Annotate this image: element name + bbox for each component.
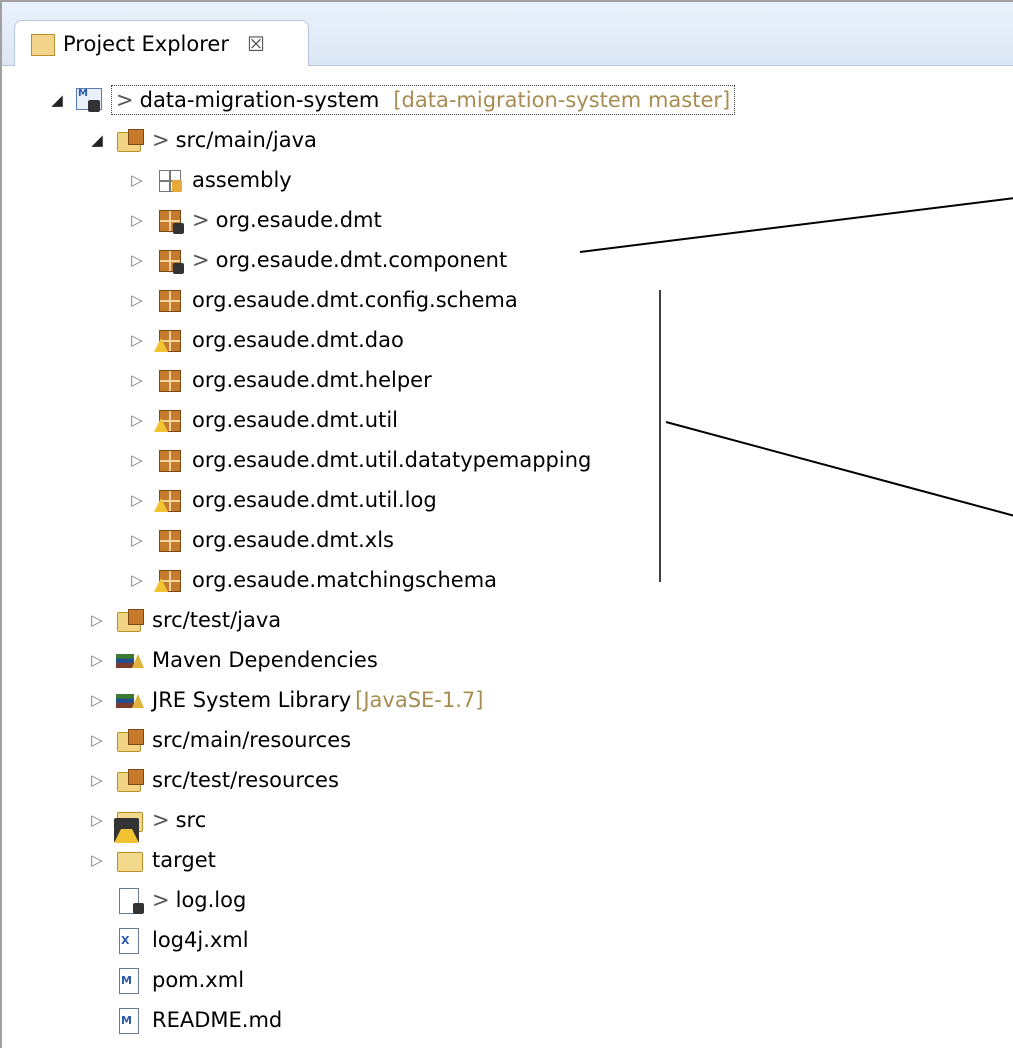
package-icon (154, 286, 184, 314)
expand-twisty-icon[interactable]: ◢ (46, 91, 68, 109)
empty-package-icon (154, 166, 184, 194)
tree-item-project[interactable]: ◢ M > data-migration-system [data-migratio… (46, 80, 736, 120)
package-warning-icon (154, 566, 184, 594)
library-icon (114, 646, 144, 674)
tree-item-resource-folder[interactable]: ▷ src/main/resources (86, 720, 351, 760)
tree-item-package[interactable]: ▷ org.esaude.dmt.util.datatypemapping (126, 440, 591, 480)
tree-item-library[interactable]: ▷ Maven Dependencies (86, 640, 378, 680)
collapse-twisty-icon[interactable]: ▷ (126, 531, 148, 549)
package-dirty-icon (154, 206, 184, 234)
tree-item-file[interactable]: > log.log (108, 880, 246, 920)
tree-item-package[interactable]: ▷ > org.esaude.dmt (126, 200, 382, 240)
tree-item-package[interactable]: ▷ assembly (126, 160, 292, 200)
package-icon (154, 526, 184, 554)
library-icon (114, 686, 144, 714)
tree-item-package[interactable]: ▷ org.esaude.dmt.dao (126, 320, 404, 360)
markdown-file-icon: M (114, 1006, 144, 1034)
tree-item-package[interactable]: ▷ org.esaude.matchingschema (126, 560, 497, 600)
collapse-twisty-icon[interactable]: ▷ (86, 651, 108, 669)
project-explorer-icon (31, 32, 55, 56)
tree-item-folder[interactable]: ▷ > src (86, 800, 206, 843)
tree-item-resource-folder[interactable]: ▷ src/test/resources (86, 760, 339, 800)
package-dirty-icon (154, 246, 184, 274)
folder-warning-dirty-icon (114, 806, 144, 843)
collapse-twisty-icon[interactable]: ▷ (126, 171, 148, 189)
view-tab-bar: Project Explorer ☒ (2, 2, 1013, 66)
tree-item-file[interactable]: M README.md (108, 1000, 282, 1040)
collapse-twisty-icon[interactable]: ▷ (86, 851, 108, 869)
tree-item-package[interactable]: ▷ > org.esaude.dmt.component (126, 240, 507, 280)
tree-item-folder[interactable]: ▷ target (86, 840, 216, 880)
tree-item-source-folder[interactable]: ▷ src/test/java (86, 600, 281, 640)
package-warning-icon (154, 486, 184, 514)
tree-item-library[interactable]: ▷ JRE System Library [JavaSE-1.7] (86, 680, 483, 720)
folder-icon (114, 846, 144, 874)
project-explorer-view: Project Explorer ☒ ◢ M > data-migration-s… (0, 0, 1013, 1048)
package-icon (154, 446, 184, 474)
tab-project-explorer[interactable]: Project Explorer ☒ (14, 20, 309, 66)
tab-title: Project Explorer (63, 31, 229, 56)
tree-item-source-folder[interactable]: ◢ > src/main/java (86, 120, 317, 160)
tree-item-package[interactable]: ▷ org.esaude.dmt.util (126, 400, 398, 440)
collapse-twisty-icon[interactable]: ▷ (126, 411, 148, 429)
close-icon[interactable]: ☒ (247, 32, 265, 56)
source-folder-warning-icon (114, 126, 144, 154)
source-folder-warning-icon (114, 606, 144, 634)
collapse-twisty-icon[interactable]: ▷ (126, 451, 148, 469)
tree-item-package[interactable]: ▷ org.esaude.dmt.util.log (126, 480, 437, 520)
package-icon (154, 366, 184, 394)
text-file-dirty-icon (114, 886, 144, 914)
collapse-twisty-icon[interactable]: ▷ (126, 211, 148, 229)
tree-item-package[interactable]: ▷ org.esaude.dmt.helper (126, 360, 432, 400)
collapse-twisty-icon[interactable]: ▷ (86, 811, 108, 829)
annotation-line-packages (665, 421, 1013, 517)
tree-item-file[interactable]: X log4j.xml (108, 920, 249, 960)
package-warning-icon (154, 406, 184, 434)
resource-folder-warning-icon (114, 726, 144, 754)
project-icon: M (74, 86, 104, 114)
tree-item-package[interactable]: ▷ org.esaude.dmt.config.schema (126, 280, 518, 320)
expand-twisty-icon[interactable]: ◢ (86, 131, 108, 149)
xml-file-icon: X (114, 926, 144, 954)
collapse-twisty-icon[interactable]: ▷ (126, 491, 148, 509)
annotation-line-component (579, 197, 1013, 253)
tree-item-label-selected: > data-migration-system [data-migration-sy… (110, 85, 736, 115)
collapse-twisty-icon[interactable]: ▷ (126, 251, 148, 269)
collapse-twisty-icon[interactable]: ▷ (86, 611, 108, 629)
collapse-twisty-icon[interactable]: ▷ (86, 731, 108, 749)
tree-item-file[interactable]: M pom.xml (108, 960, 244, 1000)
collapse-twisty-icon[interactable]: ▷ (126, 331, 148, 349)
collapse-twisty-icon[interactable]: ▷ (126, 371, 148, 389)
resource-folder-icon (114, 766, 144, 794)
collapse-twisty-icon[interactable]: ▷ (86, 691, 108, 709)
package-warning-icon (154, 326, 184, 354)
collapse-twisty-icon[interactable]: ▷ (126, 571, 148, 589)
tree-item-package[interactable]: ▷ org.esaude.dmt.xls (126, 520, 394, 560)
maven-pom-icon: M (114, 966, 144, 994)
collapse-twisty-icon[interactable]: ▷ (86, 771, 108, 789)
collapse-twisty-icon[interactable]: ▷ (126, 291, 148, 309)
